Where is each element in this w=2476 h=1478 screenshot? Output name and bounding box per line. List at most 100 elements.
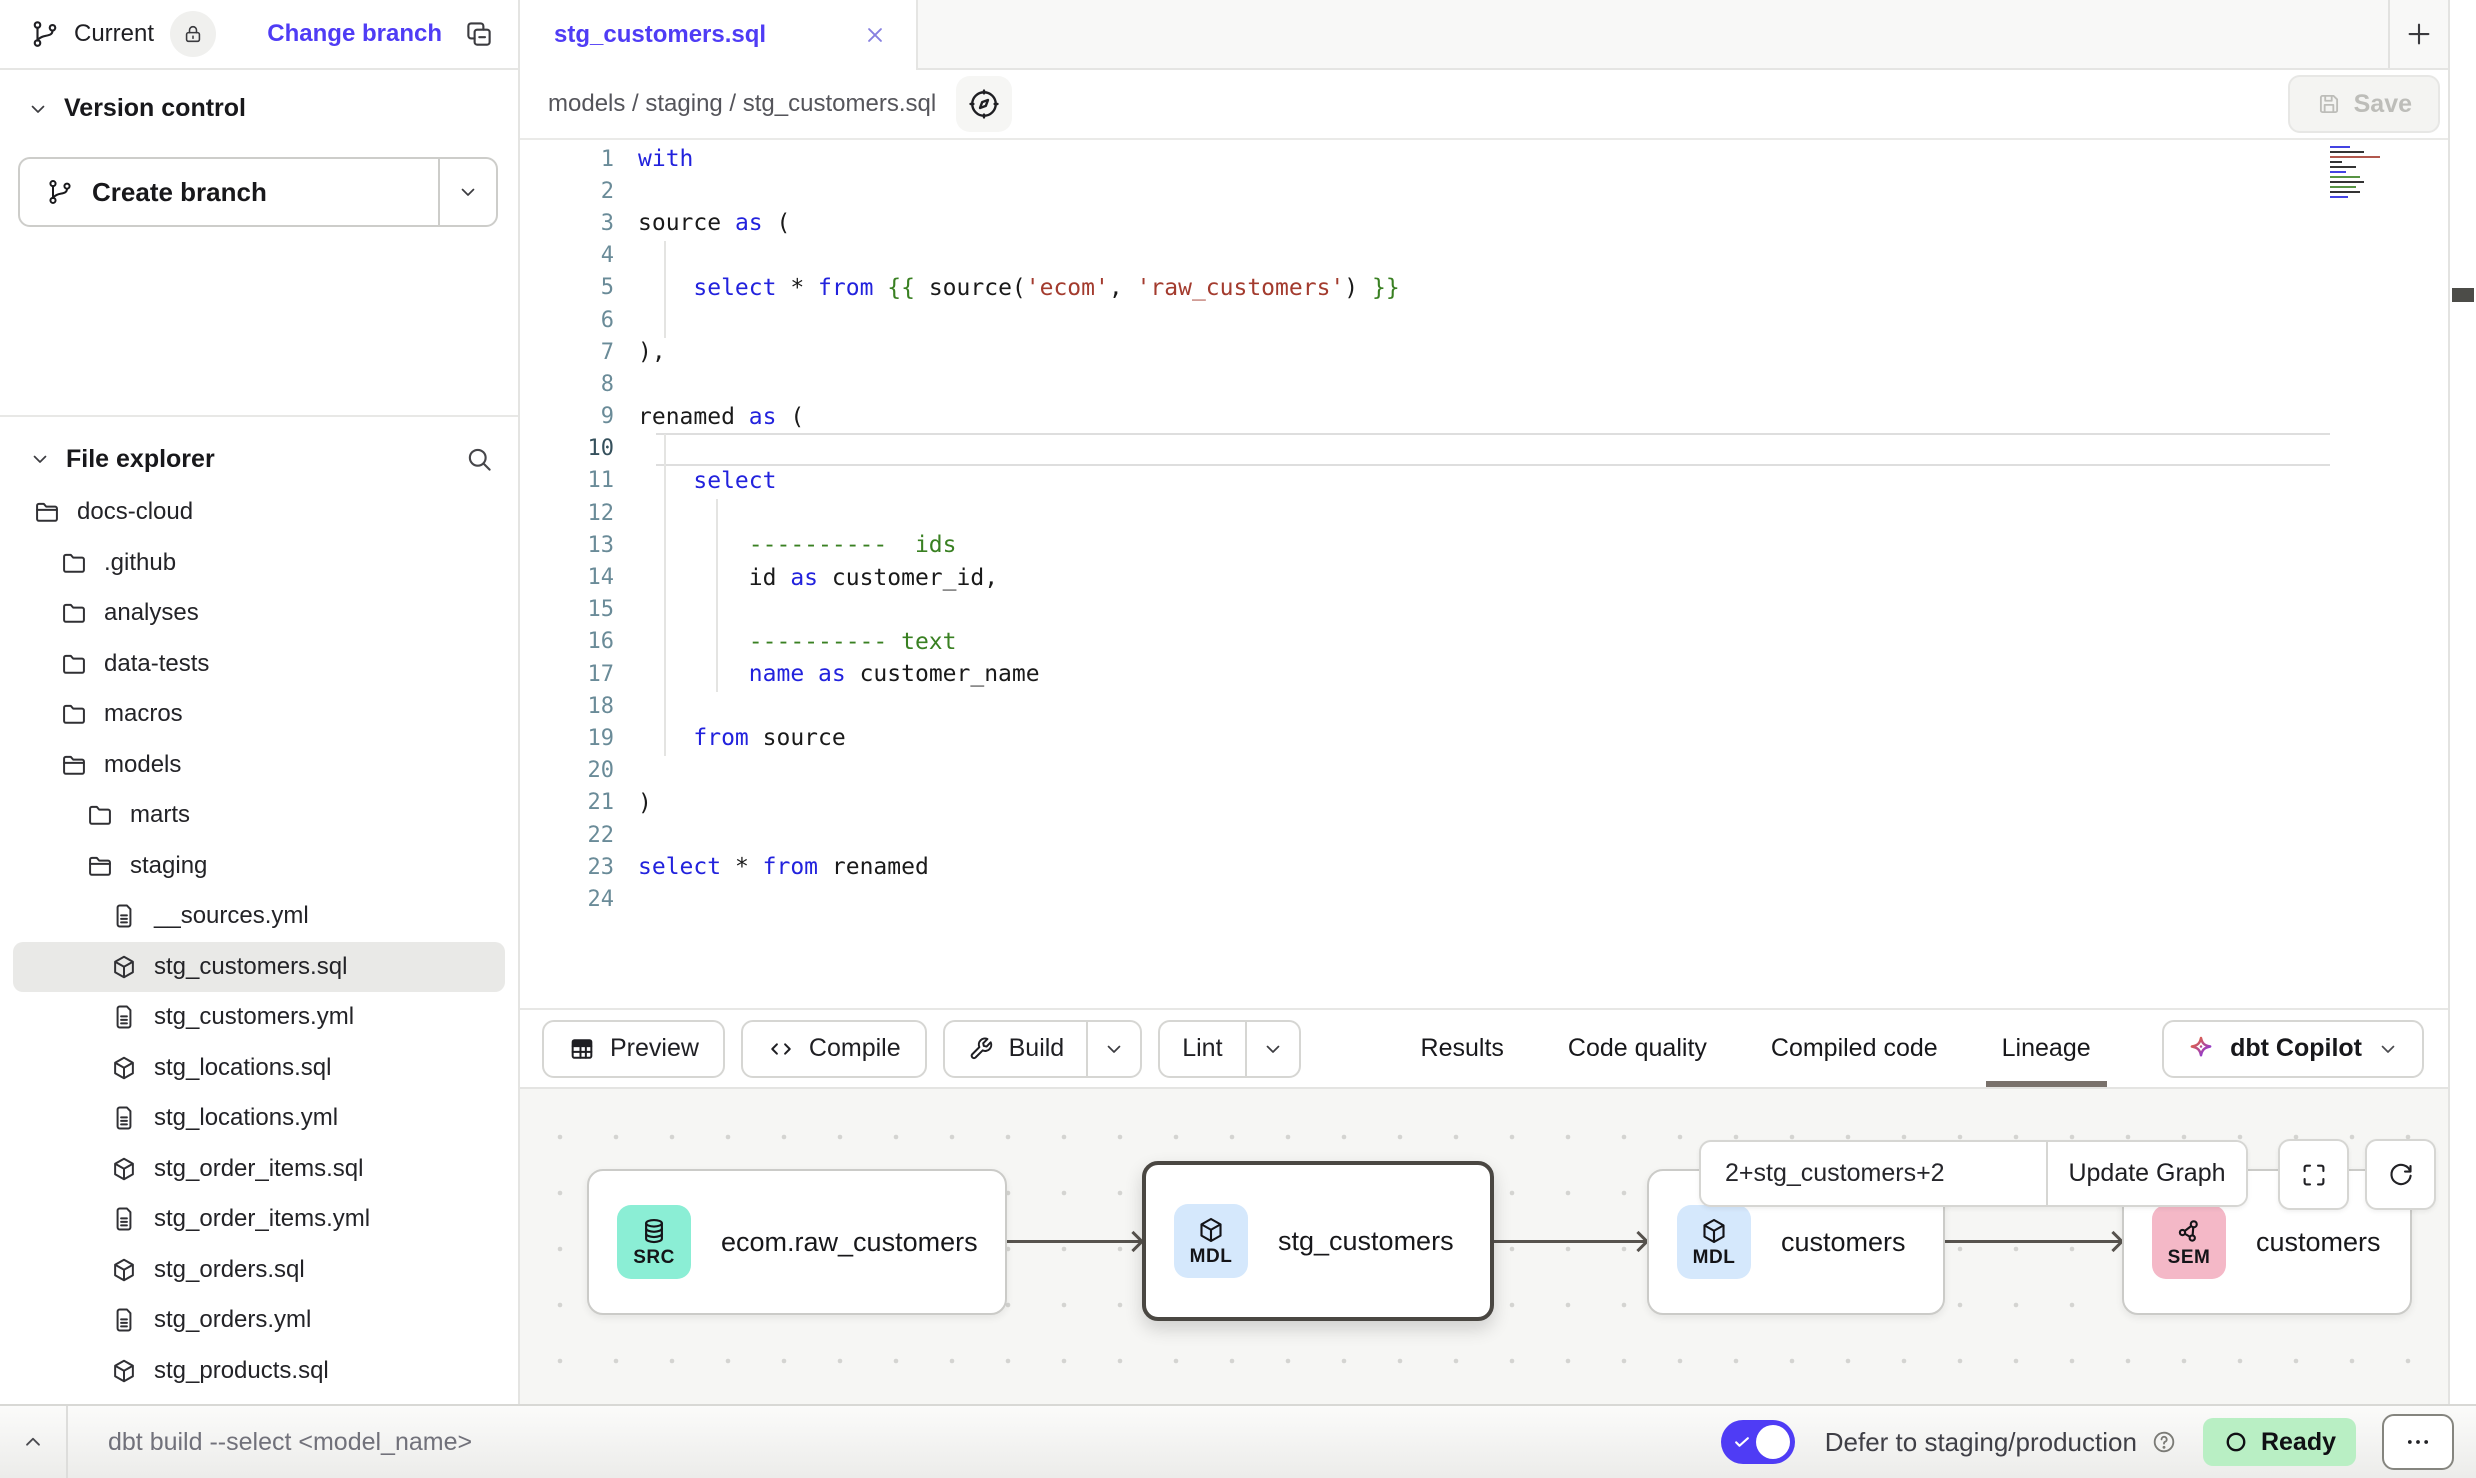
file-tree-item[interactable]: marts: [13, 790, 505, 841]
sidebar: Current Change branch Version control Cr…: [0, 0, 520, 1404]
file-tree-item[interactable]: stg_orders.yml: [13, 1295, 505, 1346]
folder-icon: [60, 650, 88, 678]
share-nodes-icon: [2174, 1216, 2204, 1246]
folder-icon: [60, 700, 88, 728]
tab-lineage[interactable]: Lineage: [1970, 1010, 2123, 1087]
search-icon[interactable]: [464, 444, 494, 474]
lint-menu-button[interactable]: [1245, 1022, 1299, 1076]
lineage-panel[interactable]: Update Graph SRCecom.raw_customers MDLstg…: [520, 1087, 2448, 1404]
file-explorer-header[interactable]: File explorer: [0, 431, 518, 487]
minimap[interactable]: [2330, 146, 2400, 206]
refresh-graph-button[interactable]: [2365, 1139, 2436, 1210]
file-name: macros: [104, 700, 183, 728]
file-tree-item[interactable]: __sources.yml: [13, 891, 505, 942]
more-options-button[interactable]: [2382, 1414, 2454, 1470]
help-icon[interactable]: [2151, 1429, 2177, 1455]
chevron-down-icon: [1261, 1037, 1285, 1061]
line-number: 13: [520, 533, 638, 558]
file-tree-item[interactable]: macros: [13, 689, 505, 740]
file-tree-item[interactable]: stg_customers.sql: [13, 942, 505, 993]
scrollbar-thumb[interactable]: [2452, 288, 2474, 302]
status-bar-right: Defer to staging/production Ready: [1721, 1414, 2454, 1470]
change-branch-link[interactable]: Change branch: [267, 20, 442, 48]
current-branch-label: Current: [74, 20, 154, 48]
defer-toggle[interactable]: [1721, 1420, 1795, 1464]
file-tree-item[interactable]: stg_products.sql: [13, 1346, 505, 1397]
code-line: 3source as (: [520, 207, 2448, 239]
file-tree-item[interactable]: models: [13, 740, 505, 791]
editor-tab[interactable]: stg_customers.sql: [520, 0, 918, 70]
file-tree-item[interactable]: analyses: [13, 588, 505, 639]
compile-label: Compile: [809, 1034, 901, 1063]
build-label: Build: [1009, 1034, 1065, 1063]
create-branch-main[interactable]: Create branch: [20, 159, 438, 225]
compass-icon: [967, 87, 1001, 121]
update-graph-button[interactable]: Update Graph: [2046, 1142, 2246, 1205]
status-bar-divider: [66, 1406, 68, 1478]
build-button[interactable]: Build: [945, 1022, 1087, 1076]
create-branch-menu-button[interactable]: [438, 159, 496, 225]
file-tree-item[interactable]: stg_locations.sql: [13, 1043, 505, 1094]
code-line: 5 select * from {{ source('ecom', 'raw_c…: [520, 272, 2448, 304]
file-tree-item[interactable]: data-tests: [13, 639, 505, 690]
node-type-label: MDL: [1190, 1246, 1233, 1268]
file-tree-item[interactable]: stg_locations.yml: [13, 1093, 505, 1144]
status-ready-badge: Ready: [2203, 1418, 2356, 1466]
line-number: 9: [520, 404, 638, 429]
file-icon: [110, 1003, 138, 1031]
close-icon[interactable]: [862, 22, 888, 48]
tab-code-quality[interactable]: Code quality: [1536, 1010, 1739, 1087]
file-tree-item[interactable]: stg_order_items.sql: [13, 1144, 505, 1195]
new-tab-button[interactable]: [2390, 0, 2448, 68]
file-name: stg_customers.yml: [154, 1003, 354, 1031]
create-branch-button[interactable]: Create branch: [18, 157, 498, 227]
file-tree-item[interactable]: stg_orders.sql: [13, 1245, 505, 1296]
cube-icon: [110, 1155, 138, 1183]
collapse-panel-button[interactable]: [0, 1406, 66, 1478]
file-name: stg_orders.sql: [154, 1256, 305, 1284]
save-button[interactable]: Save: [2288, 75, 2440, 133]
preview-button[interactable]: Preview: [542, 1020, 725, 1078]
fullscreen-button[interactable]: [2278, 1139, 2349, 1210]
file-tree-item[interactable]: .github: [13, 538, 505, 589]
file-name: stg_order_items.sql: [154, 1155, 363, 1183]
tab-results[interactable]: Results: [1389, 1010, 1536, 1087]
lineage-node[interactable]: SRCecom.raw_customers: [587, 1169, 1007, 1315]
copy-icon[interactable]: [464, 19, 494, 49]
file-icon: [110, 1104, 138, 1132]
command-input[interactable]: dbt build --select <model_name>: [108, 1428, 472, 1457]
file-icon: [110, 1205, 138, 1233]
file-tree-item[interactable]: stg_customers.yml: [13, 992, 505, 1043]
file-tree-item[interactable]: stg_order_items.yml: [13, 1194, 505, 1245]
file-health-button[interactable]: [956, 76, 1012, 132]
line-number: 1: [520, 147, 638, 172]
tab-compiled-code[interactable]: Compiled code: [1739, 1010, 1970, 1087]
lineage-edge: [1945, 1240, 2122, 1243]
compile-button[interactable]: Compile: [741, 1020, 927, 1078]
save-icon: [2316, 91, 2342, 117]
build-menu-button[interactable]: [1086, 1022, 1140, 1076]
file-name: __sources.yml: [154, 902, 309, 930]
folder-icon: [60, 549, 88, 577]
file-name: marts: [130, 801, 190, 829]
refresh-icon: [2386, 1160, 2416, 1190]
defer-label: Defer to staging/production: [1825, 1427, 2137, 1458]
version-control-section-header[interactable]: Version control: [0, 94, 518, 123]
file-name: stg_order_items.yml: [154, 1205, 370, 1233]
chevron-down-icon: [28, 447, 52, 471]
code-editor[interactable]: 1with23source as (45 select * from {{ so…: [520, 140, 2448, 1008]
line-number: 24: [520, 887, 638, 912]
file-tree: docs-cloud.githubanalysesdata-tests macro…: [0, 487, 518, 1396]
file-name: stg_orders.yml: [154, 1306, 311, 1334]
chevron-down-icon: [456, 180, 480, 204]
code-line: 16 ---------- text: [520, 626, 2448, 658]
copilot-label: dbt Copilot: [2230, 1034, 2362, 1063]
file-tree-item[interactable]: staging: [13, 841, 505, 892]
lineage-filter-input[interactable]: [1701, 1142, 2046, 1205]
code-line: 24: [520, 883, 2448, 915]
lint-button[interactable]: Lint: [1160, 1022, 1244, 1076]
lineage-node[interactable]: MDLstg_customers: [1142, 1161, 1494, 1321]
file-tree-item[interactable]: docs-cloud: [13, 487, 505, 538]
dbt-copilot-button[interactable]: dbt Copilot: [2162, 1020, 2424, 1078]
branch-header: Current Change branch: [0, 0, 518, 70]
